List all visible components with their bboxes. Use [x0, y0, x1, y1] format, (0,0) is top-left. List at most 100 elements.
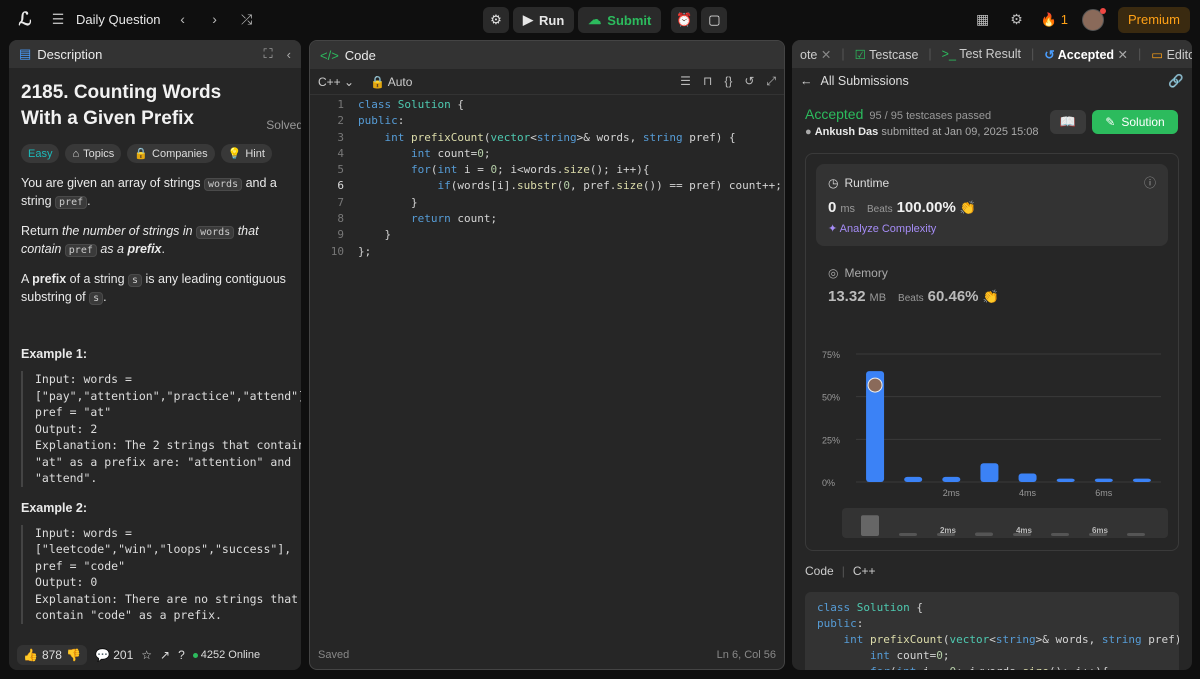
close-icon[interactable]: ✕: [821, 48, 831, 62]
username[interactable]: Ankush Das: [815, 126, 879, 138]
info-icon[interactable]: ⓘ: [1144, 174, 1156, 191]
text: the number of strings in: [62, 224, 197, 238]
inline-code: pref: [64, 244, 97, 257]
text: prefix: [127, 242, 162, 256]
bookmark-icon[interactable]: ⊓: [703, 74, 712, 89]
code-editor[interactable]: 1 class Solution {2 public: 3 int prefixCou…: [310, 95, 784, 260]
notes-button[interactable]: ▢: [701, 7, 728, 33]
comments-button[interactable]: 💬 201: [95, 648, 133, 662]
collapse-icon[interactable]: ‹: [287, 47, 291, 62]
tab-note[interactable]: ote ✕: [800, 47, 831, 62]
code-line[interactable]: 2 public:: [310, 113, 784, 129]
y-tick-label: 0%: [822, 478, 835, 488]
chart-bar: [1018, 473, 1037, 482]
runtime-card[interactable]: ◷ Runtime ⓘ 0 ms Beats 100.00% 👏 ✦ Analyze…: [816, 164, 1168, 246]
help-icon[interactable]: ?: [178, 648, 185, 662]
tab-testcase[interactable]: ☑ Testcase: [855, 47, 919, 62]
runtime-distribution-chart[interactable]: 75% 50% 25% 0% 2ms 4ms 6ms 2ms 4ms 6ms: [806, 342, 1180, 542]
memory-chip-icon: ◎: [828, 266, 839, 280]
maximize-icon[interactable]: ⛶: [264, 46, 273, 62]
inline-code: pref: [55, 196, 88, 209]
topics-tag[interactable]: ⌂ Topics: [65, 144, 122, 163]
submit-button[interactable]: ☁ Submit: [578, 7, 662, 33]
overview-bar: [861, 515, 879, 536]
shuffle-icon[interactable]: ⤮: [237, 11, 257, 28]
memory-value: 13.32: [828, 288, 866, 305]
book-button[interactable]: 📖: [1050, 110, 1086, 134]
avatar[interactable]: [1081, 7, 1106, 31]
overview-bar: [899, 533, 917, 536]
format-icon[interactable]: ☰: [680, 74, 691, 89]
close-icon[interactable]: ✕: [1118, 48, 1128, 62]
thumbs-up-icon: 👍: [23, 648, 38, 662]
text: .: [87, 194, 91, 208]
overview-tick-label: 2ms: [940, 526, 957, 535]
tab-description[interactable]: Description: [37, 47, 102, 62]
tab-code[interactable]: Code: [345, 48, 376, 63]
code-line[interactable]: 1 class Solution {: [310, 97, 784, 113]
mode-select[interactable]: 🔒 Auto: [370, 75, 412, 89]
code-line[interactable]: 6 if(words[i].substr(0, pref.size()) == …: [310, 178, 784, 194]
code-line[interactable]: 4 int count=0;: [310, 146, 784, 162]
star-icon[interactable]: ☆: [141, 648, 152, 662]
runtime-label: Runtime: [844, 175, 890, 190]
user-avatar-icon: ●: [805, 126, 812, 138]
code-line[interactable]: 3 int prefixCount(vector<string>& words,…: [310, 130, 784, 146]
all-submissions-link[interactable]: ← All Submissions 🔗: [792, 68, 1192, 94]
x-tick-label: 2ms: [943, 488, 961, 498]
code-line[interactable]: 7 }: [310, 195, 784, 211]
code-line[interactable]: 5 for(int i = 0; i<words.size(); i++){: [310, 162, 784, 178]
chart-bar: [942, 476, 961, 482]
link-icon[interactable]: 🔗: [1168, 74, 1184, 89]
tab-test-result[interactable]: >_ Test Result: [942, 47, 1021, 61]
streak-counter[interactable]: 🔥 1: [1041, 12, 1068, 28]
result-panel: ote ✕ | ☑ Testcase | >_ Test Result | ↺ …: [792, 40, 1192, 670]
code-line[interactable]: 8 return count;: [310, 211, 784, 227]
code-header: </> Code: [310, 41, 784, 69]
tab-accepted[interactable]: ↺ Accepted ✕: [1044, 47, 1128, 62]
run-button[interactable]: ▶ Run: [513, 7, 575, 33]
inline-code: words: [196, 226, 235, 239]
daily-question[interactable]: ☰ Daily Question: [48, 11, 161, 28]
braces-icon[interactable]: {}: [724, 74, 732, 89]
timer-button[interactable]: ⏰: [671, 7, 698, 33]
mode-label: Auto: [387, 74, 413, 89]
save-status: Saved: [318, 649, 350, 661]
code-line[interactable]: 9 }: [310, 227, 784, 243]
y-tick-label: 50%: [822, 393, 840, 403]
debug-button[interactable]: ⚙: [483, 7, 509, 33]
top-bar: ℒ ☰ Daily Question ‹ › ⤮ ⚙ ▶ Run ☁ Submit …: [0, 0, 1200, 38]
line-source: return count;: [410, 212, 498, 226]
reset-icon[interactable]: ↺: [744, 74, 754, 89]
expand-icon[interactable]: ⤢: [766, 74, 776, 89]
like-button[interactable]: 👍 878 👎: [17, 645, 87, 665]
inline-code: s: [128, 274, 143, 287]
solution-button[interactable]: ✎ Solution: [1092, 110, 1178, 134]
tab-label: ote: [800, 47, 818, 62]
prev-question-icon[interactable]: ‹: [173, 11, 193, 27]
settings-icon[interactable]: ⚙: [1007, 11, 1027, 28]
companies-tag[interactable]: 🔒 Companies: [127, 144, 215, 163]
premium-button[interactable]: Premium: [1117, 6, 1190, 33]
clap-icon: 👏: [959, 200, 976, 215]
next-question-icon[interactable]: ›: [205, 11, 225, 27]
language-select[interactable]: C++ ⌄: [318, 75, 354, 89]
memory-card[interactable]: ◎ Memory 13.32 MB Beats 60.46% 👏: [828, 266, 999, 305]
problem-paragraph-3: A prefix of a string s is any leading co…: [21, 271, 289, 307]
tag-icon: ⌂: [72, 147, 80, 160]
hint-tag[interactable]: 💡 Hint: [220, 144, 272, 163]
share-icon[interactable]: ↗: [160, 648, 170, 662]
layout-icon[interactable]: ▦: [973, 11, 993, 28]
divider: |: [841, 564, 845, 578]
chart-bar: [904, 476, 923, 482]
leetcode-logo[interactable]: ℒ: [14, 8, 36, 30]
submitted-code-section: Code | C++ class Solution {public: int pre…: [805, 564, 1179, 670]
code-section-language: C++: [852, 564, 876, 578]
description-header: ▤ Description ⛶ ‹: [9, 40, 301, 68]
difficulty-tag[interactable]: Easy: [21, 144, 60, 163]
y-tick-label: 25%: [822, 435, 840, 445]
analyze-complexity-link[interactable]: ✦ Analyze Complexity: [828, 222, 1156, 235]
tab-editorial[interactable]: ▭ Editorial: [1151, 47, 1192, 62]
thumbs-down-icon[interactable]: 👎: [66, 648, 81, 662]
code-line[interactable]: 10};: [310, 244, 784, 260]
